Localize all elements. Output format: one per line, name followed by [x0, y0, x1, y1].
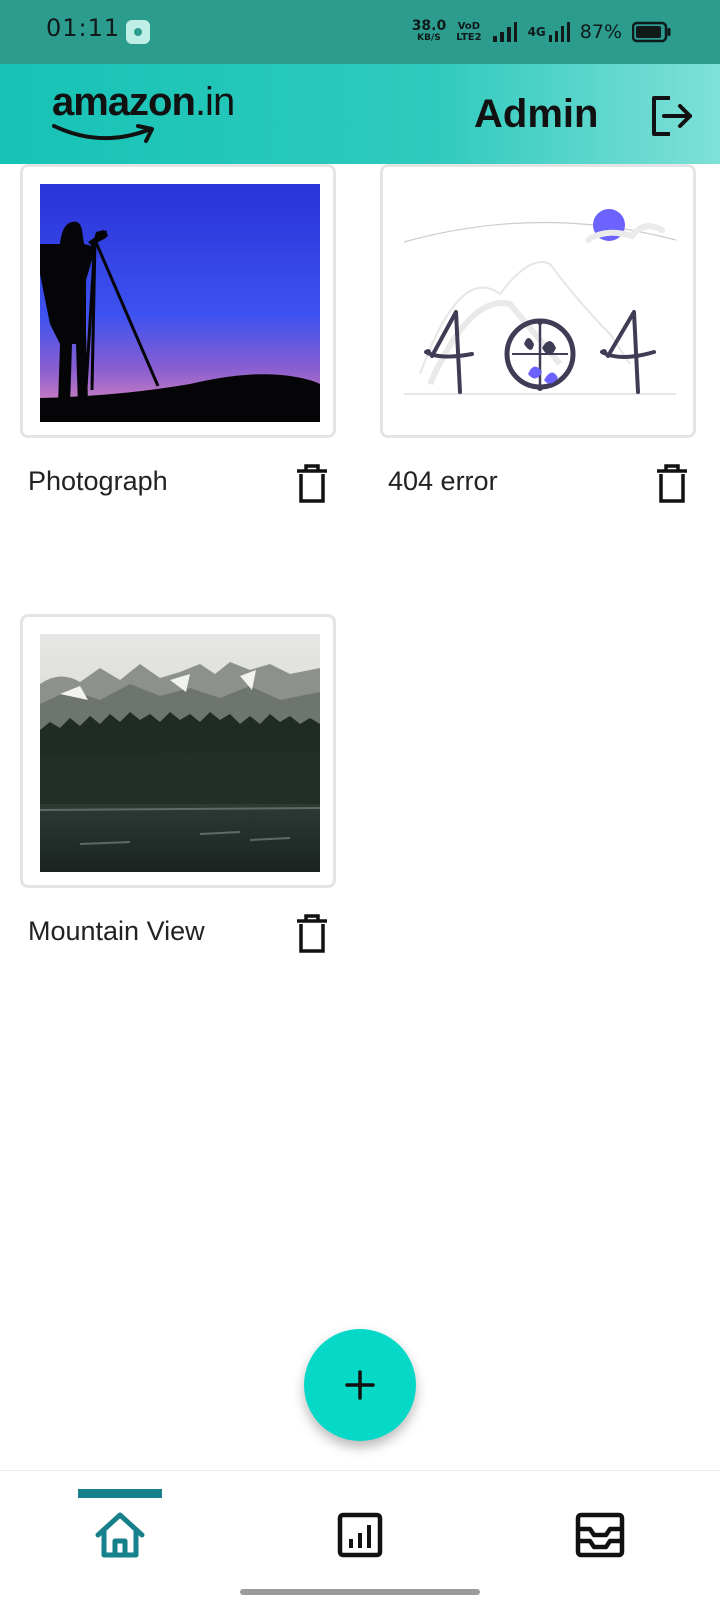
nav-inbox[interactable]	[570, 1505, 630, 1565]
notification-app-icon	[126, 20, 150, 44]
volte-bottom: LTE2	[456, 32, 482, 43]
trash-icon	[297, 914, 327, 953]
card-mountain-view[interactable]	[20, 614, 336, 888]
add-button[interactable]	[304, 1329, 416, 1441]
network-type: 4G	[527, 25, 546, 39]
active-tab-indicator	[78, 1489, 162, 1498]
page-title: Admin	[474, 92, 599, 136]
signal-icon-2	[548, 22, 570, 42]
status-indicators: 38.0 KB/S VoD LTE2 4G 87%	[412, 16, 672, 48]
volte-top: VoD	[457, 21, 481, 32]
card-label: 404 error	[388, 466, 498, 496]
nav-analytics[interactable]	[330, 1505, 390, 1565]
card-label: Mountain View	[28, 916, 205, 946]
trash-icon	[657, 464, 687, 503]
card-404-error[interactable]	[380, 164, 696, 438]
home-icon	[95, 1512, 145, 1558]
logo-tld: .in	[194, 80, 235, 124]
status-time: 01:11	[46, 14, 121, 42]
mountain-lake-image	[40, 634, 320, 872]
signal-icon	[492, 22, 517, 42]
bottom-nav	[0, 1470, 720, 1600]
delete-button[interactable]	[294, 914, 330, 954]
battery-percent: 87%	[579, 21, 622, 43]
card-label: Photograph	[28, 466, 168, 496]
inbox-icon	[575, 1512, 625, 1558]
card-photograph[interactable]	[20, 164, 336, 438]
app-header: amazon.in Admin	[0, 64, 720, 164]
amazon-smile-icon	[52, 124, 154, 143]
plus-icon	[345, 1370, 375, 1400]
status-bar: 01:11 38.0 KB/S VoD LTE2 4G 87%	[0, 0, 720, 64]
network-speed: 38.0 KB/S	[411, 18, 447, 44]
amazon-logo: amazon.in	[52, 80, 252, 150]
delete-button[interactable]	[294, 464, 330, 504]
photographer-silhouette-image	[40, 184, 320, 422]
404-illustration-image	[400, 184, 680, 422]
network-speed-unit: KB/S	[417, 33, 441, 43]
gesture-home-bar[interactable]	[240, 1589, 480, 1595]
screen: 01:11 38.0 KB/S VoD LTE2 4G 87% amazon.i…	[0, 0, 720, 1600]
delete-button[interactable]	[654, 464, 690, 504]
logout-button[interactable]	[648, 92, 696, 140]
network-speed-value: 38.0	[411, 18, 447, 34]
trash-icon	[297, 464, 327, 503]
nav-home[interactable]	[90, 1505, 150, 1565]
logout-icon	[652, 96, 692, 136]
battery-icon	[632, 21, 671, 43]
chart-icon	[337, 1512, 383, 1558]
logo-text: amazon	[52, 80, 196, 124]
volte-indicator: VoD LTE2	[456, 21, 481, 43]
